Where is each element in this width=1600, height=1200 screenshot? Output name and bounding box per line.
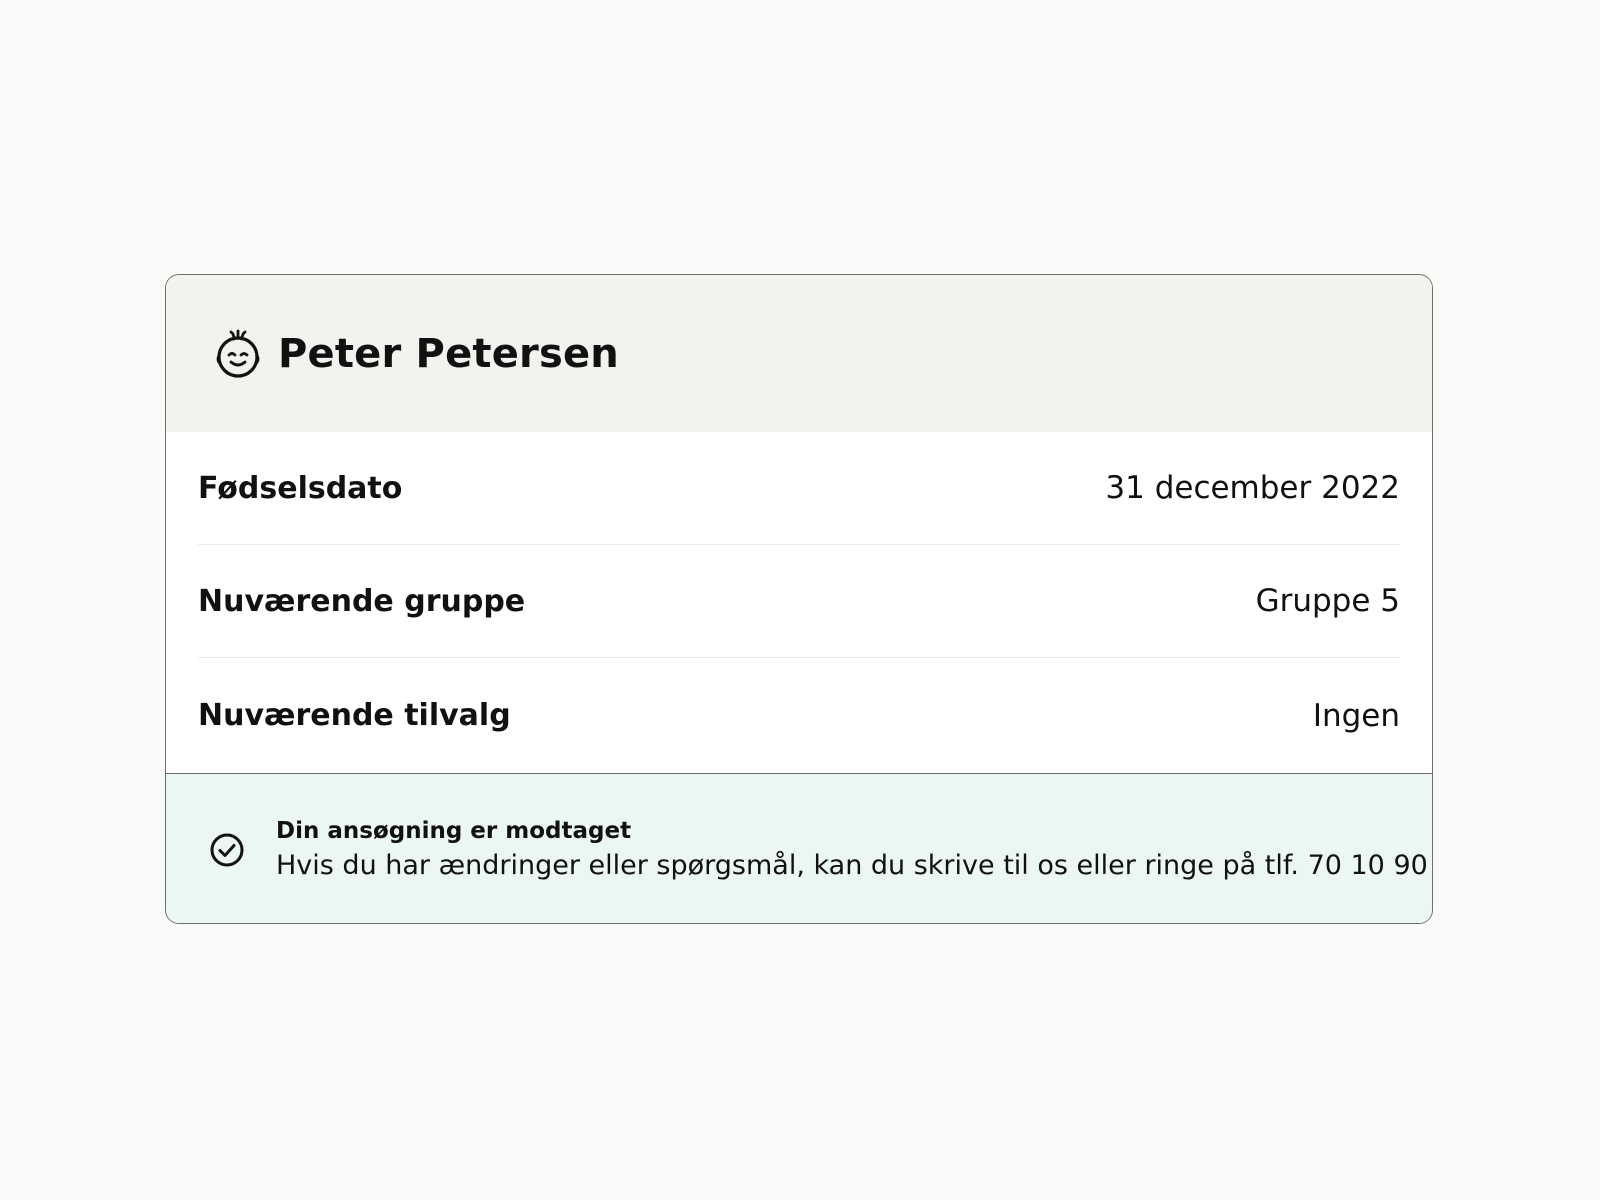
detail-row-birthdate: Fødselsdato 31 december 2022 [198, 432, 1400, 545]
check-circle-icon [208, 831, 246, 869]
birthdate-value: 31 december 2022 [1105, 470, 1400, 506]
application-received-notice: Din ansøgning er modtaget Hvis du har æn… [166, 773, 1433, 923]
detail-row-group: Nuværende gruppe Gruppe 5 [198, 545, 1400, 658]
details-list: Fødselsdato 31 december 2022 Nuværende g… [166, 432, 1432, 773]
group-value: Gruppe 5 [1255, 583, 1400, 619]
detail-row-addons: Nuværende tilvalg Ingen [198, 658, 1400, 773]
addons-label: Nuværende tilvalg [198, 698, 511, 733]
child-name: Peter Petersen [278, 330, 619, 377]
notice-texts: Din ansøgning er modtaget Hvis du har æn… [276, 818, 1433, 881]
baby-face-icon [212, 328, 264, 380]
card-header: Peter Petersen [166, 275, 1432, 432]
birthdate-label: Fødselsdato [198, 470, 403, 506]
child-info-card: Peter Petersen Fødselsdato 31 december 2… [165, 274, 1433, 924]
addons-value: Ingen [1312, 697, 1400, 734]
notice-body: Hvis du har ændringer eller spørgsmål, k… [276, 850, 1433, 881]
group-label: Nuværende gruppe [198, 583, 526, 619]
notice-title: Din ansøgning er modtaget [276, 818, 632, 844]
